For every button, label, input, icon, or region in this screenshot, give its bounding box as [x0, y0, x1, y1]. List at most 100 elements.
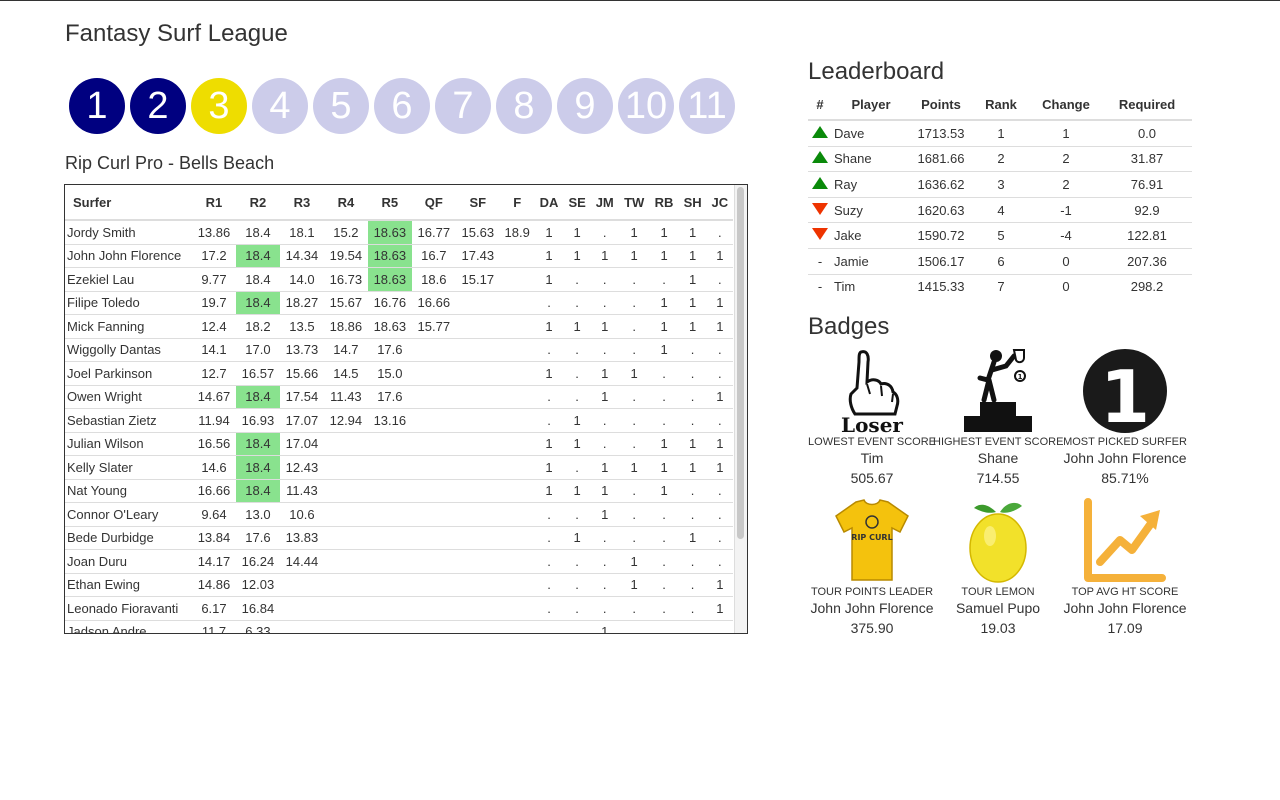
- triangle-down-icon: [812, 202, 828, 215]
- surfer-scores-table: Surfer R1 R2 R3 R4 R5 QF SF F DA SE JM TW RB SH JC Jord…: [65, 185, 733, 633]
- table-row[interactable]: Sebastian Zietz 11.94 16.93 17.07 12.94 13.16…: [65, 408, 733, 432]
- column-header-r1[interactable]: R1: [192, 185, 236, 221]
- column-header-tw[interactable]: TW: [618, 185, 650, 221]
- score-cell-r4: [323, 455, 368, 479]
- badge-value: 714.55: [976, 470, 1020, 486]
- score-cell-r2: 18.2: [235, 314, 280, 338]
- score-cell-r1: 16.56: [192, 431, 236, 456]
- event-title: Rip Curl Pro - Bells Beach: [65, 153, 275, 173]
- badge-label: LOWEST EVENT SCORE: [808, 436, 936, 448]
- table-row[interactable]: Connor O'Leary 9.64 13.0 10.6.. 1....: [65, 502, 733, 526]
- score-cell-r4: [323, 502, 368, 526]
- score-cell-r1: 14.17: [192, 549, 236, 573]
- score-cell-jc: .: [706, 549, 733, 573]
- scrollbar-thumb[interactable]: [737, 187, 744, 539]
- round-button-7[interactable]: 7: [435, 78, 491, 134]
- score-cell-tw: .: [618, 596, 650, 620]
- triangle-up-icon: [812, 176, 828, 189]
- table-row[interactable]: Joel Parkinson 12.7 16.57 15.66 14.5 15.0 1. 1 1…: [65, 361, 733, 385]
- round-button-6[interactable]: 6: [374, 78, 430, 134]
- table-row[interactable]: Nat Young 16.66 18.4 11.43 1 1 1. 1..: [65, 478, 733, 503]
- table-row[interactable]: Julian Wilson 16.56 18.4 17.04 1 1.. 1 1 1: [65, 431, 733, 456]
- round-button-8[interactable]: 8: [496, 78, 552, 134]
- surfer-scores-panel[interactable]: Surfer R1 R2 R3 R4 R5 QF SF F DA SE JM TW RB SH JC Jord…: [64, 184, 748, 634]
- score-cell-r4: 16.73: [323, 267, 368, 291]
- table-row[interactable]: Kelly Slater 14.6 18.4 12.43 1. 1 1 1 1 1: [65, 455, 733, 479]
- badge-highest-event-score: 1 HIGHEST EVENT SCORE Shane 714.55: [933, 348, 1063, 486]
- table-row[interactable]: Mick Fanning 12.4 18.2 13.5 18.86 18.63 15.77 1…: [65, 314, 733, 338]
- round-button-2[interactable]: 2: [130, 78, 186, 134]
- column-header-r5[interactable]: R5: [367, 185, 412, 221]
- score-cell-se: .: [563, 619, 591, 633]
- badge-winner: Tim: [860, 450, 884, 466]
- round-button-1[interactable]: 1: [69, 78, 125, 134]
- score-cell-r2: 18.4: [235, 478, 280, 503]
- round-button-9[interactable]: 9: [557, 78, 613, 134]
- column-header-f[interactable]: F: [499, 185, 535, 221]
- score-cell-sh: .: [678, 408, 707, 432]
- column-header-sh[interactable]: SH: [678, 185, 707, 221]
- score-cell-sf: [455, 455, 500, 479]
- score-cell-jm: 1: [590, 502, 619, 526]
- column-header-sf[interactable]: SF: [455, 185, 500, 221]
- column-header-se[interactable]: SE: [563, 185, 591, 221]
- column-header-surfer[interactable]: Surfer: [65, 185, 192, 221]
- column-header-rb[interactable]: RB: [649, 185, 679, 221]
- column-header-r4[interactable]: R4: [323, 185, 368, 221]
- score-cell-r3: [279, 596, 324, 620]
- score-cell-r5: [367, 478, 412, 503]
- badge-winner: John John Florence: [1063, 450, 1187, 466]
- column-header-jc[interactable]: JC: [706, 185, 733, 221]
- leaderboard-row: Ray 1636.62 3 2 76.91: [808, 171, 1192, 198]
- score-cell-r2: 16.84: [235, 596, 280, 620]
- table-row[interactable]: Leonado Fioravanti 6.17 16.84...... 1: [65, 596, 733, 620]
- score-cell-qf: [411, 361, 456, 385]
- score-cell-r3: 13.5: [279, 314, 324, 338]
- score-cell-r5: 17.6: [367, 384, 412, 409]
- score-cell-sh: 1: [678, 314, 707, 338]
- column-header-qf[interactable]: QF: [411, 185, 456, 221]
- score-cell-tw: 1: [618, 219, 650, 244]
- leaderboard-points: 1415.33: [910, 273, 972, 300]
- score-cell-sf: [455, 408, 500, 432]
- score-cell-rb: .: [649, 502, 679, 526]
- leaderboard-required: 122.81: [1102, 222, 1192, 249]
- score-cell-jc: .: [706, 408, 733, 432]
- round-button-5[interactable]: 5: [313, 78, 369, 134]
- table-row[interactable]: Ethan Ewing 14.86 12.03... 1.. 1: [65, 572, 733, 597]
- round-button-10[interactable]: 10: [618, 78, 674, 134]
- score-cell-r3: 18.1: [279, 219, 324, 244]
- table-row[interactable]: Bede Durbidge 13.84 17.6 13.83. 1... 1.: [65, 525, 733, 550]
- surfer-name: Filipe Toledo: [65, 290, 192, 315]
- table-row[interactable]: Wiggolly Dantas 14.1 17.0 13.73 14.7 17.6....…: [65, 337, 733, 362]
- table-row[interactable]: Filipe Toledo 19.7 18.4 18.27 15.67 16.76 16.6…: [65, 290, 733, 315]
- score-cell-sh: 1: [678, 455, 707, 479]
- score-cell-qf: [411, 384, 456, 409]
- round-button-11[interactable]: 11: [679, 78, 735, 134]
- score-cell-se: 1: [563, 408, 591, 432]
- score-cell-r1: 13.84: [192, 525, 236, 550]
- score-cell-r5: 18.63: [367, 243, 412, 268]
- column-header-r2[interactable]: R2: [235, 185, 280, 221]
- score-cell-rb: .: [649, 596, 679, 620]
- vertical-scrollbar[interactable]: [734, 185, 747, 633]
- column-header-da[interactable]: DA: [534, 185, 564, 221]
- table-row[interactable]: Ezekiel Lau 9.77 18.4 14.0 16.73 18.63 18.6 15.…: [65, 267, 733, 291]
- round-button-3[interactable]: 3: [191, 78, 247, 134]
- score-cell-r3: 10.6: [279, 502, 324, 526]
- surfer-scores-scroll[interactable]: Surfer R1 R2 R3 R4 R5 QF SF F DA SE JM TW RB SH JC Jord…: [65, 185, 735, 633]
- round-button-4[interactable]: 4: [252, 78, 308, 134]
- column-header-jm[interactable]: JM: [590, 185, 619, 221]
- badge-winner: Shane: [977, 450, 1019, 466]
- score-cell-f: 18.9: [499, 219, 535, 244]
- score-cell-jm: .: [590, 337, 619, 362]
- score-cell-jc: 1: [706, 431, 733, 456]
- table-row[interactable]: Jadson Andre 11.7 6.33.. 1....: [65, 619, 733, 633]
- column-header-r3[interactable]: R3: [279, 185, 324, 221]
- table-row[interactable]: Jordy Smith 13.86 18.4 18.1 15.2 18.63 16.77 15…: [65, 219, 733, 244]
- table-row[interactable]: Owen Wright 14.67 18.4 17.54 11.43 17.6.. 1...…: [65, 384, 733, 409]
- score-cell-r1: 13.86: [192, 219, 236, 244]
- triangle-up-icon: [812, 125, 828, 138]
- table-row[interactable]: Joan Duru 14.17 16.24 14.44... 1...: [65, 549, 733, 573]
- table-row[interactable]: John John Florence 17.2 18.4 14.34 19.54 18.6…: [65, 243, 733, 268]
